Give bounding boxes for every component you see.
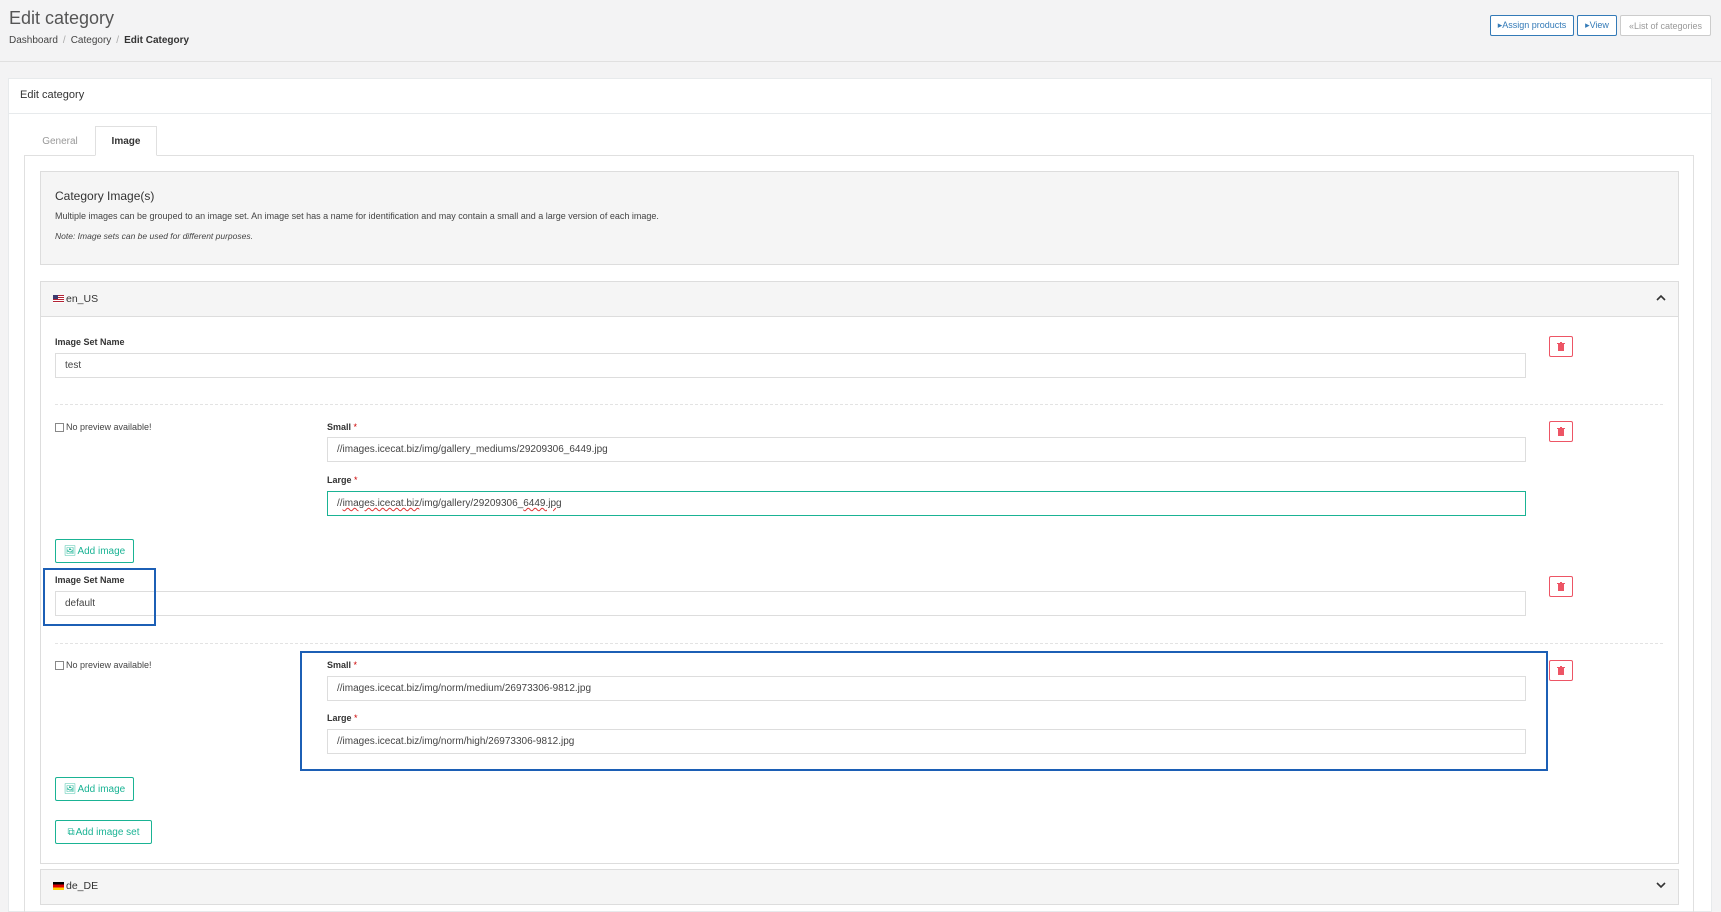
input-value: test <box>65 360 82 371</box>
locale-label-en-us: en_US <box>53 293 98 305</box>
trash-icon <box>1557 342 1565 351</box>
breadcrumb-category[interactable]: Category <box>71 35 112 46</box>
divider <box>55 404 1663 405</box>
required-marker: * <box>353 422 358 432</box>
label-text: Small <box>327 422 352 432</box>
no-preview-text: No preview available! <box>66 660 152 670</box>
divider <box>55 643 1663 644</box>
url-part: /img/gallery/29209306_ <box>419 498 524 509</box>
info-note: Note: Image sets can be used for differe… <box>55 231 253 241</box>
input-value: //images.icecat.biz/img/gallery/29209306… <box>337 498 562 509</box>
image-icon: 🖼 <box>63 783 77 795</box>
highlight-box-set-name <box>43 568 156 626</box>
label-text: Large <box>327 475 352 485</box>
large-image-input[interactable]: //images.icecat.biz/img/gallery/29209306… <box>327 491 1526 516</box>
button-label: Add image set <box>75 826 140 838</box>
view-button[interactable]: ▸View <box>1577 15 1617 36</box>
small-label: Small * <box>327 422 357 432</box>
header-divider <box>0 61 1721 62</box>
delete-image-button[interactable] <box>1549 660 1573 681</box>
breadcrumb-dashboard[interactable]: Dashboard <box>9 35 58 46</box>
add-image-button[interactable]: 🖼 Add image <box>55 539 134 563</box>
locale-header-en-us[interactable] <box>41 282 1678 317</box>
de-flag-icon <box>53 882 64 891</box>
trash-icon <box>1557 582 1565 591</box>
image-set-name-label: Image Set Name <box>55 337 125 347</box>
no-preview: No preview available! <box>55 422 152 432</box>
info-description: Multiple images can be grouped to an ima… <box>55 211 659 221</box>
breadcrumb-separator: / <box>62 35 66 46</box>
breadcrumb: Dashboard / Category / Edit Category <box>9 35 189 46</box>
small-image-input[interactable]: //images.icecat.biz/img/gallery_mediums/… <box>327 437 1526 462</box>
box-title-divider <box>9 113 1711 114</box>
box-title: Edit category <box>20 89 85 101</box>
image-icon: 🖼 <box>63 545 77 557</box>
page-title: Edit category <box>9 8 115 28</box>
delete-image-set-button[interactable] <box>1549 576 1573 597</box>
locale-name: de_DE <box>66 880 99 892</box>
copy-icon: ⧉ <box>67 826 75 838</box>
assign-products-button[interactable]: ▸Assign products <box>1490 15 1574 36</box>
highlight-box-image-urls <box>300 651 1548 771</box>
required-marker: * <box>354 475 358 485</box>
us-flag-icon <box>53 295 64 304</box>
add-image-set-button[interactable]: ⧉ Add image set <box>55 820 152 844</box>
trash-icon <box>1557 427 1565 436</box>
url-part: 6449.jpg <box>523 498 562 509</box>
no-preview-text: No preview available! <box>66 422 152 432</box>
broken-image-icon <box>55 422 64 432</box>
delete-image-button[interactable] <box>1549 421 1573 442</box>
broken-image-icon <box>55 660 64 670</box>
button-label: Add image <box>77 545 126 557</box>
tab-image[interactable]: Image <box>95 126 157 156</box>
info-title: Category Image(s) <box>55 189 155 203</box>
locale-label-de-de: de_DE <box>53 880 98 892</box>
url-part: images.icecat.biz <box>342 498 420 509</box>
add-image-button[interactable]: 🖼 Add image <box>55 777 134 801</box>
breadcrumb-current: Edit Category <box>124 35 190 46</box>
locale-name: en_US <box>66 293 99 305</box>
button-label: Add image <box>77 783 126 795</box>
tab-general[interactable]: General <box>25 126 95 156</box>
image-set-name-input[interactable]: default <box>55 591 1526 616</box>
image-set-name-input[interactable]: test <box>55 353 1526 378</box>
no-preview: No preview available! <box>55 660 152 670</box>
breadcrumb-separator: / <box>116 35 120 46</box>
chevron-up-icon[interactable] <box>1655 292 1667 306</box>
trash-icon <box>1557 666 1565 675</box>
list-categories-button[interactable]: «List of categories <box>1620 15 1711 36</box>
locale-header-de-de[interactable] <box>40 869 1679 905</box>
chevron-down-icon[interactable] <box>1655 879 1667 893</box>
delete-image-set-button[interactable] <box>1549 336 1573 357</box>
large-label: Large * <box>327 475 358 485</box>
input-value: //images.icecat.biz/img/gallery_mediums/… <box>337 444 608 455</box>
